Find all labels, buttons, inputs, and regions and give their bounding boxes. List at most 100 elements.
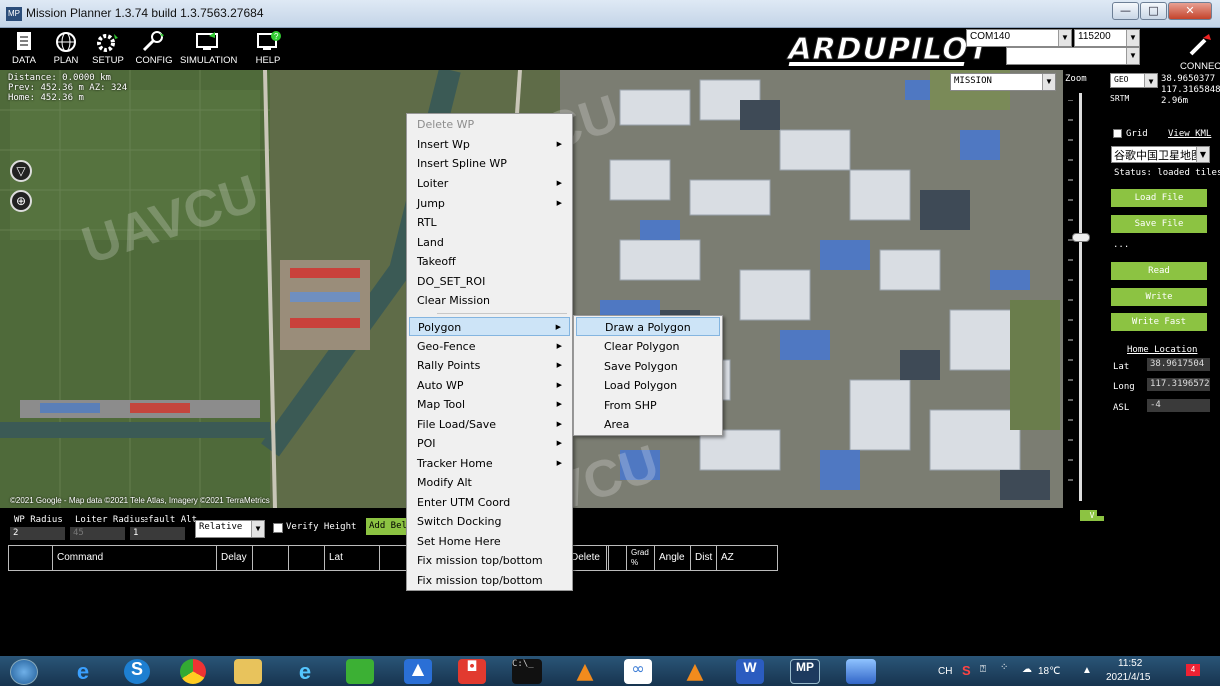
load-file-button[interactable]: Load File — [1111, 189, 1207, 207]
file-explorer-icon[interactable] — [234, 659, 262, 684]
menu-item-auto-wp[interactable]: Auto WP ▶ — [409, 376, 570, 395]
submenu-item-draw-polygon[interactable]: Draw a Polygon — [576, 317, 720, 336]
record-app-icon[interactable]: ◘ — [458, 659, 486, 684]
sogou-browser-icon[interactable]: S — [124, 659, 150, 684]
connection-options-select[interactable]: ▼ — [1006, 47, 1140, 65]
table-col-lat[interactable]: Lat — [325, 546, 380, 570]
mission-mode-select[interactable]: MISSION ▼ — [950, 73, 1056, 91]
word-icon[interactable]: W — [736, 659, 764, 684]
ruler-tool-icon[interactable]: ▽ — [10, 160, 32, 182]
port-select[interactable]: COM140 ▼ — [966, 29, 1072, 47]
menu-item-insert-wp[interactable]: Insert Wp ▶ — [409, 135, 570, 154]
table-col-az[interactable]: AZ — [717, 546, 741, 570]
write-button[interactable]: Write — [1111, 288, 1207, 306]
submenu-item-load-polygon[interactable]: Load Polygon — [576, 376, 720, 395]
zoom-slider-thumb[interactable] — [1072, 233, 1090, 242]
table-col-blank[interactable] — [253, 546, 289, 570]
toolbar-plan-button[interactable]: PLAN — [46, 28, 86, 70]
vlc-icon-2[interactable]: ▲ — [680, 659, 710, 684]
menu-item-takeoff[interactable]: Takeoff — [409, 252, 570, 271]
photos-app-icon[interactable] — [846, 659, 876, 684]
edge-browser-icon[interactable]: e — [290, 659, 320, 684]
table-col-delete[interactable]: Delete — [569, 546, 607, 570]
close-button[interactable]: ✕ — [1168, 2, 1212, 20]
view-kml-link[interactable]: View KML — [1168, 129, 1211, 139]
table-col-grad[interactable]: Grad % — [627, 546, 655, 570]
connect-button[interactable]: CONNECT — [1180, 30, 1220, 72]
minimize-button[interactable]: — — [1112, 2, 1139, 20]
menu-item-do-set-roi[interactable]: DO_SET_ROI — [409, 272, 570, 291]
verify-height-checkbox[interactable] — [273, 523, 283, 533]
default-alt-input[interactable]: 1 — [130, 527, 185, 540]
map-source-select[interactable]: 谷歌中国卫星地图 ▼ — [1111, 146, 1210, 163]
clock-date[interactable]: 2021/4/15 — [1106, 672, 1151, 683]
mission-planner-taskbar-icon[interactable]: MP — [790, 659, 820, 684]
save-file-button[interactable]: Save File — [1111, 215, 1207, 233]
input-tray-icon[interactable]: ⁘ — [1000, 662, 1008, 673]
menu-item-land[interactable]: Land — [409, 233, 570, 252]
menu-item-insert-spline-wp[interactable]: Insert Spline WP — [409, 154, 570, 173]
wechat-icon[interactable] — [346, 659, 374, 684]
tray-expand-icon[interactable]: ▲ — [1082, 665, 1092, 676]
wp-radius-input[interactable]: 2 — [10, 527, 65, 540]
baidu-netdisk-icon[interactable]: ∞ — [624, 659, 652, 684]
home-asl-input[interactable]: -4 — [1147, 399, 1210, 412]
start-button-icon[interactable] — [10, 659, 38, 685]
menu-item-geo-fence[interactable]: Geo-Fence ▶ — [409, 337, 570, 356]
menu-item-rtl[interactable]: RTL — [409, 213, 570, 232]
command-prompt-icon[interactable]: C:\_ — [512, 659, 542, 684]
table-col-blank[interactable] — [607, 546, 627, 570]
menu-item-jump[interactable]: Jump ▶ — [409, 194, 570, 213]
home-long-input[interactable]: 117.3196572 — [1147, 378, 1210, 391]
menu-item-enter-utm-coord[interactable]: Enter UTM Coord — [409, 493, 570, 512]
table-col-angle[interactable]: Angle — [655, 546, 691, 570]
zoom-in-icon[interactable]: ⊕ — [10, 190, 32, 212]
table-col-dist[interactable]: Dist — [691, 546, 717, 570]
alt-mode-select[interactable]: Relative ▼ — [195, 520, 265, 538]
submenu-item-save-polygon[interactable]: Save Polygon — [576, 357, 720, 376]
menu-item-delete-wp[interactable]: Delete WP — [409, 115, 570, 134]
upload-app-icon[interactable]: ▲ — [404, 659, 432, 684]
baud-select[interactable]: 115200 ▼ — [1074, 29, 1140, 47]
write-fast-button[interactable]: Write Fast — [1111, 313, 1207, 331]
maximize-button[interactable]: □ — [1140, 2, 1167, 20]
menu-item-poi[interactable]: POI ▶ — [409, 434, 570, 453]
menu-item-fix-mission-top-bottom-2[interactable]: Fix mission top/bottom — [409, 571, 570, 590]
vlc-icon[interactable]: ▲ — [570, 659, 600, 684]
toolbar-simulation-button[interactable]: SIMULATION — [180, 28, 237, 70]
grid-checkbox[interactable] — [1113, 129, 1122, 138]
sogou-input-icon[interactable]: S — [962, 663, 971, 678]
table-col-command[interactable]: Command — [53, 546, 217, 570]
submenu-item-area[interactable]: Area — [576, 415, 720, 434]
clock-time[interactable]: 11:52 — [1118, 658, 1142, 669]
ie-browser-icon[interactable]: e — [68, 659, 98, 684]
menu-item-loiter[interactable]: Loiter ▶ — [409, 174, 570, 193]
toolbar-help-button[interactable]: ? HELP — [248, 28, 288, 70]
menu-item-switch-docking[interactable]: Switch Docking — [409, 512, 570, 531]
table-col-blank[interactable] — [289, 546, 325, 570]
coord-system-select[interactable]: GEO ▼ — [1110, 73, 1158, 88]
add-below-button[interactable]: Add Below — [366, 518, 406, 535]
home-lat-input[interactable]: 38.9617504 — [1147, 358, 1210, 371]
menu-item-tracker-home[interactable]: Tracker Home ▶ — [409, 454, 570, 473]
toolbar-data-button[interactable]: DATA — [4, 28, 44, 70]
zoom-slider-track[interactable] — [1079, 93, 1082, 501]
read-button[interactable]: Read — [1111, 262, 1207, 280]
menu-item-clear-mission[interactable]: Clear Mission — [409, 291, 570, 310]
home-location-title[interactable]: Home Location — [1127, 345, 1197, 355]
toolbar-config-button[interactable]: CONFIG — [134, 28, 174, 70]
menu-item-file-load-save[interactable]: File Load/Save ▶ — [409, 415, 570, 434]
loiter-radius-input[interactable]: 45 — [70, 527, 125, 540]
menu-item-polygon[interactable]: Polygon ▶ — [409, 317, 570, 336]
submenu-item-from-shp[interactable]: From SHP — [576, 396, 720, 415]
help-tray-icon[interactable]: ⍰ — [980, 664, 986, 675]
menu-item-map-tool[interactable]: Map Tool ▶ — [409, 395, 570, 414]
notification-badge[interactable]: 4 — [1186, 664, 1200, 676]
menu-item-modify-alt[interactable]: Modify Alt — [409, 473, 570, 492]
ime-indicator[interactable]: CH — [938, 666, 952, 677]
menu-item-fix-mission-top-bottom[interactable]: Fix mission top/bottom — [409, 551, 570, 570]
menu-item-set-home-here[interactable]: Set Home Here — [409, 532, 570, 551]
chrome-icon[interactable] — [180, 659, 206, 684]
menu-item-rally-points[interactable]: Rally Points ▶ — [409, 356, 570, 375]
submenu-item-clear-polygon[interactable]: Clear Polygon — [576, 337, 720, 356]
